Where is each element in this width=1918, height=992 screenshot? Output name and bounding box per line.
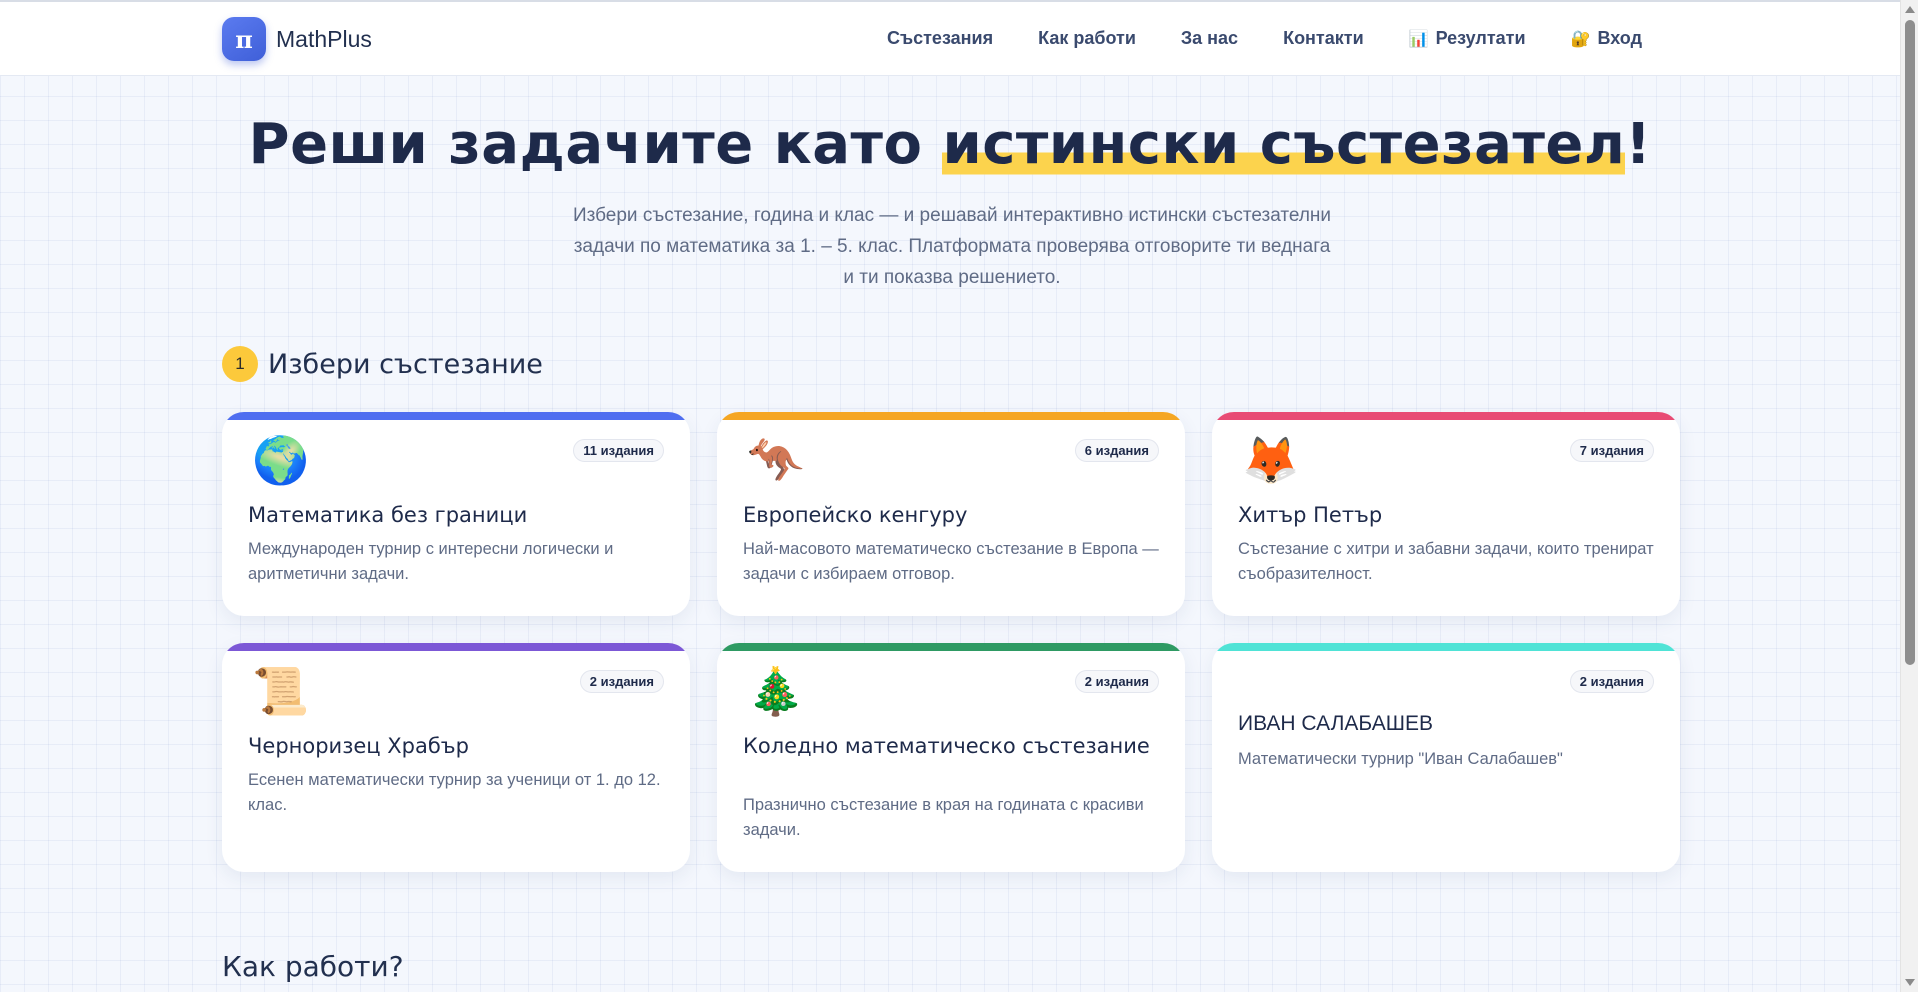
competition-card-chernorizets-hrabar[interactable]: 📜 2 издания Черноризец Храбър Есенен мат… bbox=[222, 643, 690, 872]
scroll-down-arrow-icon[interactable] bbox=[1905, 979, 1915, 986]
nav-results[interactable]: 📊 Резултати bbox=[1409, 28, 1526, 49]
competition-card-math-without-borders[interactable]: 🌍 11 издания Математика без граници Межд… bbox=[222, 412, 690, 616]
card-description: Международен турнир с интересни логическ… bbox=[248, 540, 614, 583]
nav-competitions[interactable]: Състезания bbox=[887, 28, 993, 49]
scroll-up-arrow-icon[interactable] bbox=[1905, 6, 1915, 13]
main-nav: Състезания Как работи За нас Контакти 📊 Р… bbox=[842, 28, 1642, 49]
brand-name: MathPlus bbox=[276, 25, 372, 52]
card-title: Черноризец Храбър bbox=[248, 734, 469, 758]
card-description: Есенен математически турнир за ученици о… bbox=[248, 771, 661, 814]
lock-key-icon: 🔐 bbox=[1570, 30, 1591, 48]
nav-label: Вход bbox=[1597, 28, 1642, 48]
hero-title: Реши задачите като истински състезател! bbox=[0, 112, 1900, 177]
nav-contacts[interactable]: Контакти bbox=[1283, 28, 1364, 49]
nav-label: Как работи bbox=[1038, 28, 1136, 48]
competition-card-ivan-salabashev[interactable]: 2 издания ИВАН САЛАБАШЕВ Математически т… bbox=[1212, 643, 1680, 872]
fox-icon: 🦊 bbox=[1242, 433, 1300, 487]
nav-how-it-works[interactable]: Как работи bbox=[1038, 28, 1136, 49]
card-accent-bar bbox=[717, 643, 1185, 651]
editions-badge: 2 издания bbox=[1569, 670, 1654, 693]
editions-badge: 7 издания bbox=[1569, 439, 1654, 462]
nav-login[interactable]: 🔐 Вход bbox=[1571, 28, 1642, 49]
step-number-badge: 1 bbox=[222, 346, 258, 382]
editions-badge: 6 издания bbox=[1074, 439, 1159, 462]
editions-badge: 11 издания bbox=[573, 439, 664, 462]
card-title: Европейско кенгуру bbox=[743, 503, 968, 527]
hero-title-highlight: истински състезател bbox=[942, 112, 1626, 177]
card-title: Хитър Петър bbox=[1238, 503, 1383, 527]
nav-label: Състезания bbox=[886, 28, 994, 48]
card-accent-bar bbox=[222, 643, 690, 651]
competition-card-european-kangaroo[interactable]: 🦘 6 издания Европейско кенгуру Най-масов… bbox=[717, 412, 1185, 616]
card-title: Коледно математическо състезание bbox=[743, 734, 1150, 758]
nav-label: За нас bbox=[1180, 28, 1239, 48]
christmas-tree-icon: 🎄 bbox=[747, 664, 805, 718]
vertical-scrollbar[interactable] bbox=[1900, 0, 1918, 992]
nav-about[interactable]: За нас bbox=[1181, 28, 1238, 49]
nav-label: Резултати bbox=[1435, 28, 1526, 48]
card-accent-bar bbox=[1212, 643, 1680, 651]
top-navbar: π MathPlus Състезания Как работи За нас … bbox=[0, 0, 1900, 76]
hero-title-part: ! bbox=[1625, 112, 1652, 177]
editions-badge: 2 издания bbox=[1074, 670, 1159, 693]
brand-logo[interactable]: π MathPlus bbox=[222, 17, 372, 61]
step-heading: 1 Избери състезание bbox=[222, 346, 543, 382]
hero-subtitle: Избери състезание, година и клас — и реш… bbox=[572, 205, 1332, 288]
card-description: Състезание с хитри и забавни задачи, кои… bbox=[1238, 540, 1654, 583]
card-accent-bar bbox=[1212, 412, 1680, 420]
how-it-works-heading: Как работи? bbox=[222, 950, 404, 983]
card-description: Математически турнир "Иван Салабашев" bbox=[1238, 750, 1563, 768]
globe-icon: 🌍 bbox=[252, 433, 310, 487]
scroll-icon: 📜 bbox=[252, 664, 310, 718]
card-description: Празнично състезание в края на годината … bbox=[743, 796, 1144, 839]
pi-logo-icon: π bbox=[222, 17, 266, 61]
card-title: Математика без граници bbox=[248, 503, 528, 527]
nav-label: Контакти bbox=[1283, 28, 1364, 48]
card-description: Най-масовото математическо състезание в … bbox=[743, 540, 1159, 583]
card-accent-bar bbox=[222, 412, 690, 420]
editions-badge: 2 издания bbox=[579, 670, 664, 693]
card-title: ИВАН САЛАБАШЕВ bbox=[1238, 712, 1433, 735]
step-title: Избери състезание bbox=[268, 348, 543, 380]
bar-chart-icon: 📊 bbox=[1408, 30, 1429, 48]
hero-title-part: Реши задачите като bbox=[248, 112, 943, 177]
competition-card-hitar-petar[interactable]: 🦊 7 издания Хитър Петър Състезание с хит… bbox=[1212, 412, 1680, 616]
kangaroo-icon: 🦘 bbox=[747, 433, 805, 487]
card-accent-bar bbox=[717, 412, 1185, 420]
competition-card-christmas-math[interactable]: 🎄 2 издания Коледно математическо състез… bbox=[717, 643, 1185, 872]
scrollbar-thumb[interactable] bbox=[1905, 20, 1915, 665]
